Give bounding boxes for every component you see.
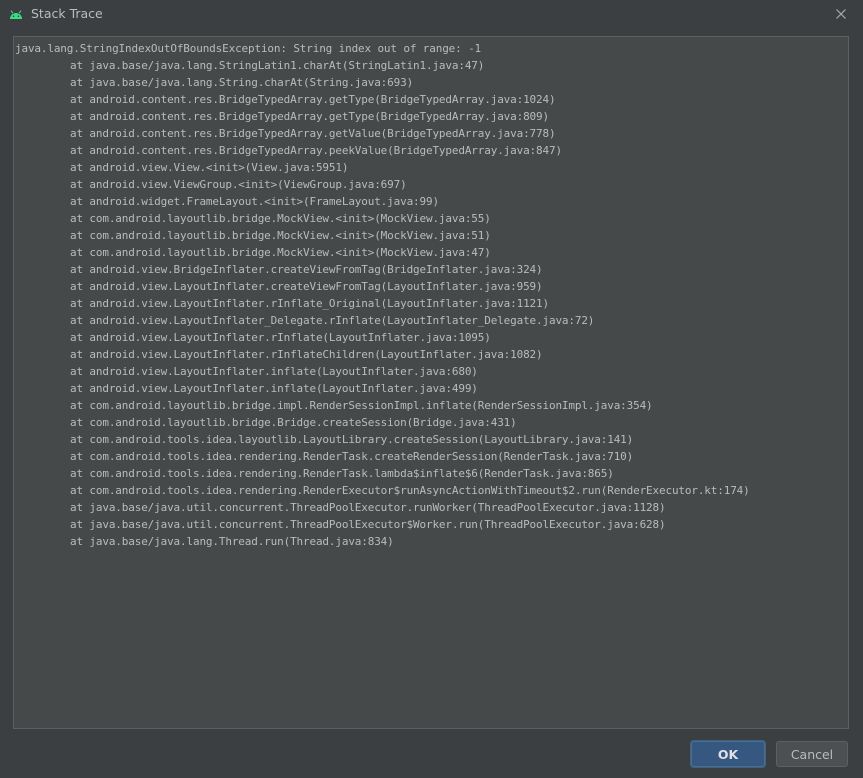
stack-frame-line: at com.android.tools.idea.rendering.Rend… [70,450,634,463]
stack-trace-dialog: Stack Trace java.lang.StringIndexOutOfBo… [0,0,863,778]
stack-frame-line: at android.view.View.<init>(View.java:59… [70,161,349,174]
stack-frame-line: at android.view.LayoutInflater.rInflate(… [70,331,491,344]
ok-button[interactable]: OK [691,741,765,767]
stack-frame-line: at java.base/java.util.concurrent.Thread… [70,518,666,531]
stack-frame-line: at android.view.LayoutInflater.inflate(L… [70,365,478,378]
stack-frame-line: at android.view.BridgeInflater.createVie… [70,263,543,276]
stack-frame-line: at android.view.LayoutInflater.rInflateC… [70,348,543,361]
stack-frame-line: at com.android.layoutlib.bridge.MockView… [70,246,491,259]
stack-frame-line: at com.android.layoutlib.bridge.MockView… [70,229,491,242]
stack-frame-line: at com.android.layoutlib.bridge.impl.Ren… [70,399,653,412]
stack-frame-line: at com.android.tools.idea.rendering.Rend… [70,467,614,480]
stack-frame-line: at java.base/java.util.concurrent.Thread… [70,501,666,514]
stack-frame-line: at com.android.layoutlib.bridge.MockView… [70,212,491,225]
title-bar[interactable]: Stack Trace [0,0,863,29]
stack-frame-line: at com.android.layoutlib.bridge.Bridge.c… [70,416,517,429]
stack-frame-line: at java.base/java.lang.StringLatin1.char… [70,59,485,72]
stack-frame-line: at android.view.LayoutInflater_Delegate.… [70,314,595,327]
stack-frame-line: at java.base/java.lang.Thread.run(Thread… [70,535,394,548]
stack-frame-line: at android.view.LayoutInflater.rInflate_… [70,297,549,310]
stack-frame-line: at android.view.LayoutInflater.inflate(L… [70,382,478,395]
stack-frame-line: at android.content.res.BridgeTypedArray.… [70,110,549,123]
stack-frame-line: at java.base/java.lang.String.charAt(Str… [70,76,414,89]
stack-frame-line: at com.android.tools.idea.rendering.Rend… [70,484,750,497]
stack-frame-line: at android.content.res.BridgeTypedArray.… [70,144,562,157]
stack-trace-lines: java.lang.StringIndexOutOfBoundsExceptio… [14,37,848,550]
stack-frame-line: at android.view.ViewGroup.<init>(ViewGro… [70,178,407,191]
cancel-button[interactable]: Cancel [776,741,848,767]
stack-frame-line: at android.view.LayoutInflater.createVie… [70,280,543,293]
android-icon [8,6,24,22]
stack-trace-text-area[interactable]: java.lang.StringIndexOutOfBoundsExceptio… [13,36,849,729]
close-icon[interactable] [833,6,849,22]
stack-frame-line: at android.widget.FrameLayout.<init>(Fra… [70,195,439,208]
stack-frame-line: at android.content.res.BridgeTypedArray.… [70,93,556,106]
dialog-title: Stack Trace [31,6,103,21]
stack-frame-line: at android.content.res.BridgeTypedArray.… [70,127,556,140]
stack-frame-line: at com.android.tools.idea.layoutlib.Layo… [70,433,634,446]
exception-line: java.lang.StringIndexOutOfBoundsExceptio… [15,42,482,55]
